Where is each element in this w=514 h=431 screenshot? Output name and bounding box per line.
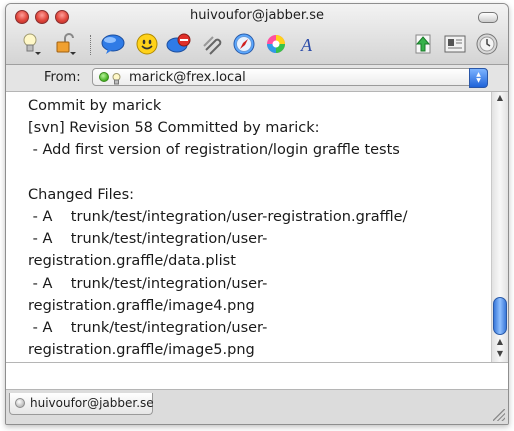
block-icon[interactable] [166,31,192,57]
lock-icon[interactable] [52,31,78,57]
status-available-icon [99,72,109,82]
toolbar-separator [90,35,91,55]
message-line: Changed Files: [28,186,135,203]
from-account-select[interactable]: marick@frex.local ▲ ▼ [92,68,488,88]
from-bar: From: marick@frex.local ▲ ▼ [6,65,508,92]
toolbar-toggle-button[interactable] [478,12,498,23]
message-line: - A trunk/test/integration/user-registra… [28,209,408,226]
status-bulb-icon [112,71,121,90]
chat-window: huivoufor@jabber.se A From: marick@frex.… [5,3,509,425]
smiley-icon[interactable] [134,31,160,57]
message-text: Commit by marick [svn] Revision 58 Commit… [28,95,484,361]
status-bulb-icon[interactable] [18,31,44,57]
status-offline-icon [15,398,25,408]
vertical-scrollbar[interactable]: ▲ ▲ ▼ [491,92,508,362]
scroll-up-arrow-icon[interactable]: ▲ [494,92,506,103]
from-label: From: [44,70,81,85]
select-arrows-icon[interactable]: ▲ ▼ [469,68,488,88]
window-title: huivoufor@jabber.se [190,8,324,23]
history-icon[interactable] [474,31,500,57]
tab-label: huivoufor@jabber.se [30,396,154,410]
tab-bar: huivoufor@jabber.se [6,390,508,424]
message-line: Commit by marick [28,98,162,114]
scroll-down-arrow-icon[interactable]: ▼ [494,348,506,359]
send-file-icon[interactable] [410,31,436,57]
message-line: - A trunk/test/integration/user- [28,320,268,337]
message-line: - A trunk/test/integration/user- [28,231,268,248]
scrollbar-thumb[interactable] [493,297,507,335]
message-line: registration.graffle/image4.png [28,297,255,314]
title-bar: huivoufor@jabber.se A [6,4,508,65]
color-wheel-icon[interactable] [263,31,289,57]
font-icon[interactable]: A [295,31,321,57]
message-pane[interactable]: Commit by marick [svn] Revision 58 Commit… [6,92,508,363]
svg-text:A: A [300,35,313,55]
chat-bubble-icon[interactable] [100,31,126,57]
message-line: registration.graffle/data.plist [28,253,236,270]
scroll-up-arrow-icon[interactable]: ▲ [494,336,506,347]
info-icon[interactable] [442,31,468,57]
message-line: registration.graffle/image5.png [28,342,255,359]
tab-chat[interactable]: huivoufor@jabber.se [9,393,154,415]
safari-icon[interactable] [231,31,257,57]
message-input[interactable] [6,363,508,390]
from-account-value: marick@frex.local [129,70,246,85]
resize-grip[interactable] [493,409,505,421]
message-line: - Add first version of registration/logi… [28,142,400,159]
message-line [28,162,484,184]
message-line: - A trunk/test/integration/user- [28,275,268,292]
attach-icon[interactable] [199,31,225,57]
message-line: [svn] Revision 58 Committed by marick: [28,120,320,137]
